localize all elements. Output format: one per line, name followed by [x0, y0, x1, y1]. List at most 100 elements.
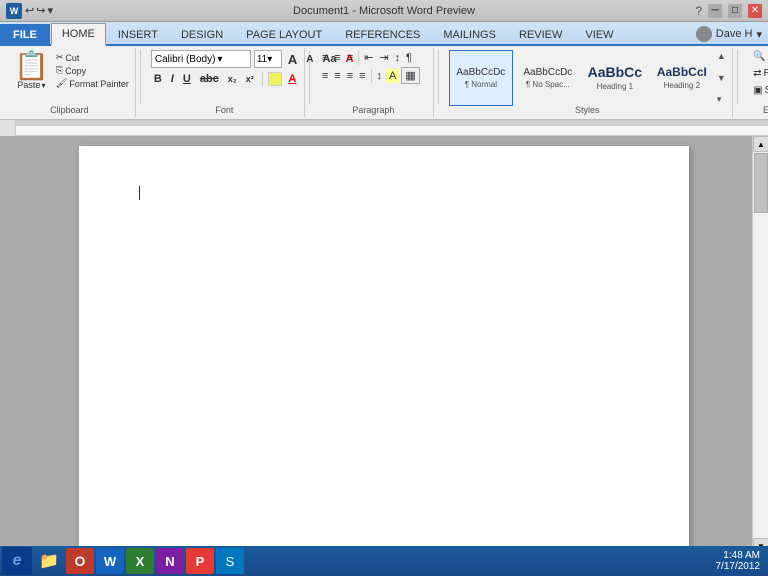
- para-sep1: [358, 51, 359, 65]
- style-no-spacing[interactable]: AaBbCcDc ¶ No Spac...: [516, 50, 580, 106]
- tab-home[interactable]: HOME: [51, 23, 106, 46]
- text-cursor: [139, 186, 140, 200]
- paragraph-group: ≡ ≡ ≡ ⇤ ⇥ ↕ ¶ ≡ ≡ ≡ ≡ ↕ A ▦ Paragraph: [314, 48, 434, 117]
- style-heading2[interactable]: AaBbCcI Heading 2: [650, 50, 714, 106]
- taskbar-excel-icon[interactable]: X: [126, 548, 154, 574]
- select-icon: ▣: [753, 85, 762, 96]
- taskbar-ie-icon[interactable]: e: [2, 547, 32, 575]
- user-dropdown[interactable]: ▾: [756, 28, 762, 41]
- ribbon: 📋 Paste ▾ ✂ Cut ⎘ Copy 🖌 Format Painter …: [0, 46, 768, 120]
- align-left-button[interactable]: ≡: [320, 69, 330, 83]
- maximize-button[interactable]: □: [728, 4, 742, 18]
- undo-button[interactable]: ↩: [25, 4, 34, 17]
- styles-scroll-down[interactable]: ▼: [717, 73, 726, 83]
- left-sidebar: [0, 136, 16, 554]
- taskbar-folder-icon[interactable]: 📁: [34, 547, 64, 575]
- justify-button[interactable]: ≡: [357, 69, 367, 83]
- borders-button[interactable]: ▦: [401, 67, 419, 84]
- style-normal[interactable]: AaBbCcDc ¶ Normal: [449, 50, 513, 106]
- paste-dropdown[interactable]: ▾: [41, 81, 45, 90]
- italic-button[interactable]: I: [168, 72, 177, 86]
- help-button[interactable]: ?: [695, 4, 702, 18]
- taskbar-time: 1:48 AM 7/17/2012: [716, 550, 767, 572]
- font-size-input[interactable]: 11 ▾: [254, 50, 282, 68]
- sep1: [140, 50, 141, 104]
- replace-icon: ⇄: [753, 68, 761, 79]
- line-spacing-button[interactable]: ↕: [375, 69, 385, 83]
- tab-insert[interactable]: INSERT: [107, 24, 169, 45]
- bold-button[interactable]: B: [151, 72, 165, 86]
- font-size-arrow[interactable]: ▾: [267, 54, 272, 65]
- close-button[interactable]: ✕: [748, 4, 762, 18]
- document-container: [16, 136, 752, 554]
- tab-references[interactable]: REFERENCES: [334, 24, 431, 45]
- styles-scroll-up[interactable]: ▲: [717, 51, 726, 61]
- redo-button[interactable]: ↪: [36, 4, 45, 17]
- paste-label: Paste: [17, 80, 40, 90]
- minimize-button[interactable]: ─: [708, 4, 722, 18]
- para-sep2: [371, 69, 372, 83]
- user-avatar: [696, 26, 712, 42]
- font-family-arrow[interactable]: ▾: [217, 54, 222, 65]
- paste-button[interactable]: 📋 Paste ▾: [10, 50, 53, 92]
- tab-view[interactable]: VIEW: [574, 24, 624, 45]
- increase-indent-button[interactable]: ⇥: [377, 50, 390, 65]
- tab-page-layout[interactable]: PAGE LAYOUT: [235, 24, 333, 45]
- sep4: [737, 50, 738, 104]
- shading-button[interactable]: A: [386, 69, 399, 83]
- tab-design[interactable]: DESIGN: [170, 24, 234, 45]
- copy-button[interactable]: ⎘ Copy: [56, 65, 129, 76]
- font-family-selector[interactable]: Calibri (Body) ▾: [151, 50, 251, 68]
- para-bottom-row: ≡ ≡ ≡ ≡ ↕ A ▦: [320, 67, 420, 84]
- main-area: ▲ ▼: [0, 136, 768, 554]
- document-page[interactable]: [79, 146, 689, 554]
- styles-content: AaBbCcDc ¶ Normal AaBbCcDc ¶ No Spac... …: [449, 50, 726, 106]
- underline-button[interactable]: U: [180, 72, 194, 86]
- bullets-button[interactable]: ≡: [320, 51, 330, 65]
- title-bar: W ↩ ↪ ▾ Document1 - Microsoft Word Previ…: [0, 0, 768, 22]
- taskbar-office-icon[interactable]: O: [66, 548, 94, 574]
- taskbar-ppt-icon[interactable]: P: [186, 548, 214, 574]
- align-right-button[interactable]: ≡: [345, 69, 355, 83]
- superscript-button[interactable]: x²: [243, 73, 257, 85]
- font-grow-button[interactable]: A: [285, 51, 300, 68]
- numbering-button[interactable]: ≡: [332, 51, 342, 65]
- para-top-row: ≡ ≡ ≡ ⇤ ⇥ ↕ ¶: [320, 50, 414, 65]
- tab-file[interactable]: FILE: [0, 24, 50, 45]
- styles-more[interactable]: ▾: [717, 94, 726, 105]
- editing-group: 🔍 Find ▾ ⇄ Replace ▣ Select ▾ Editing: [742, 48, 768, 117]
- decrease-indent-button[interactable]: ⇤: [362, 50, 375, 65]
- styles-scroll[interactable]: ▲ ▼ ▾: [717, 51, 726, 105]
- scroll-track[interactable]: [753, 152, 768, 538]
- title-left: W ↩ ↪ ▾: [6, 3, 53, 19]
- select-button[interactable]: ▣ Select ▾: [751, 84, 768, 97]
- clock-time: 1:48 AM: [723, 550, 760, 561]
- scroll-thumb[interactable]: [754, 153, 768, 213]
- taskbar-onenote-icon[interactable]: N: [156, 548, 184, 574]
- tab-review[interactable]: REVIEW: [508, 24, 573, 45]
- taskbar-word-icon[interactable]: W: [96, 548, 124, 574]
- align-center-button[interactable]: ≡: [332, 69, 342, 83]
- ruler-svg: [16, 120, 768, 135]
- text-color-button[interactable]: A: [285, 72, 299, 86]
- font-sep: [262, 72, 263, 86]
- strikethrough-button[interactable]: abc: [197, 72, 222, 86]
- clipboard-sub: ✂ Cut ⎘ Copy 🖌 Format Painter: [56, 52, 129, 89]
- clipboard-content: 📋 Paste ▾ ✂ Cut ⎘ Copy 🖌 Format Painter: [10, 50, 129, 103]
- tab-mailings[interactable]: MAILINGS: [432, 24, 507, 45]
- style-heading1[interactable]: AaBbCc Heading 1: [583, 50, 647, 106]
- ribbon-tabs: FILE HOME INSERT DESIGN PAGE LAYOUT REFE…: [0, 22, 768, 46]
- sort-button[interactable]: ↕: [393, 51, 403, 65]
- subscript-button[interactable]: x₂: [225, 73, 240, 85]
- text-highlight-button[interactable]: A: [268, 72, 283, 86]
- customize-qat[interactable]: ▾: [47, 4, 53, 17]
- format-painter-button[interactable]: 🖌 Format Painter: [56, 78, 129, 89]
- taskbar-skype-icon[interactable]: S: [216, 548, 244, 574]
- scroll-up-button[interactable]: ▲: [753, 136, 768, 152]
- find-button[interactable]: 🔍 Find ▾: [751, 50, 768, 63]
- cut-button[interactable]: ✂ Cut: [56, 52, 129, 63]
- sep3: [438, 50, 439, 104]
- show-marks-button[interactable]: ¶: [404, 51, 414, 65]
- replace-button[interactable]: ⇄ Replace: [751, 67, 768, 80]
- multilevel-button[interactable]: ≡: [345, 51, 355, 65]
